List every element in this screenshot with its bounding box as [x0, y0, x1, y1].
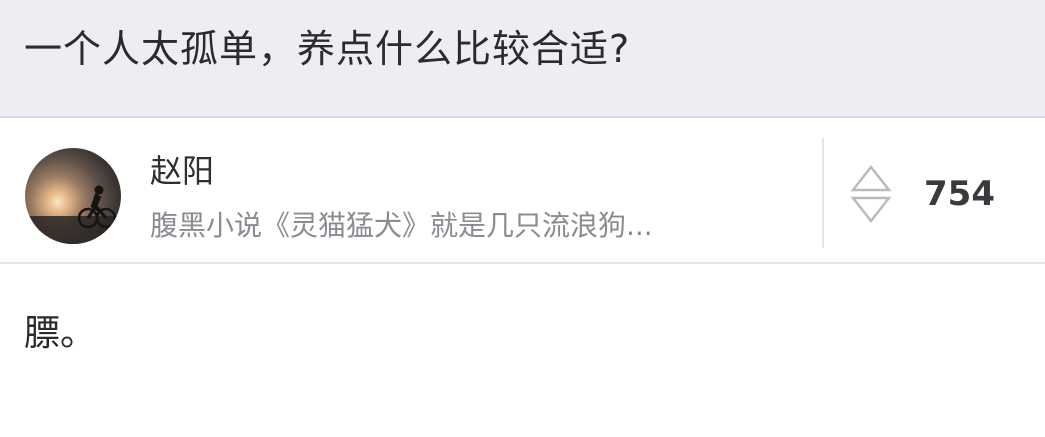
- vote-button[interactable]: [848, 164, 894, 224]
- avatar[interactable]: [25, 148, 121, 244]
- question-header[interactable]: 一个人太孤单，养点什么比较合适?: [0, 0, 1045, 118]
- vertical-divider: [822, 138, 824, 248]
- question-title[interactable]: 一个人太孤单，养点什么比较合适?: [24, 24, 630, 74]
- cyclist-silhouette-icon: [25, 185, 121, 244]
- answer-text: 膘。: [24, 313, 97, 354]
- vote-arrows-icon: [850, 165, 892, 223]
- answer-author-bar: 赵阳 腹黑小说《灵猫猛犬》就是几只流浪狗... 754: [0, 120, 1045, 264]
- answer-content: 膘。: [0, 266, 1045, 437]
- author-name[interactable]: 赵阳: [150, 150, 214, 192]
- author-bio: 腹黑小说《灵猫猛犬》就是几只流浪狗...: [150, 209, 653, 242]
- answer-page: 一个人太孤单，养点什么比较合适? 赵阳 腹黑小说《灵猫猛犬》就是几只流浪狗...…: [0, 0, 1045, 437]
- vote-count: 754: [924, 174, 995, 214]
